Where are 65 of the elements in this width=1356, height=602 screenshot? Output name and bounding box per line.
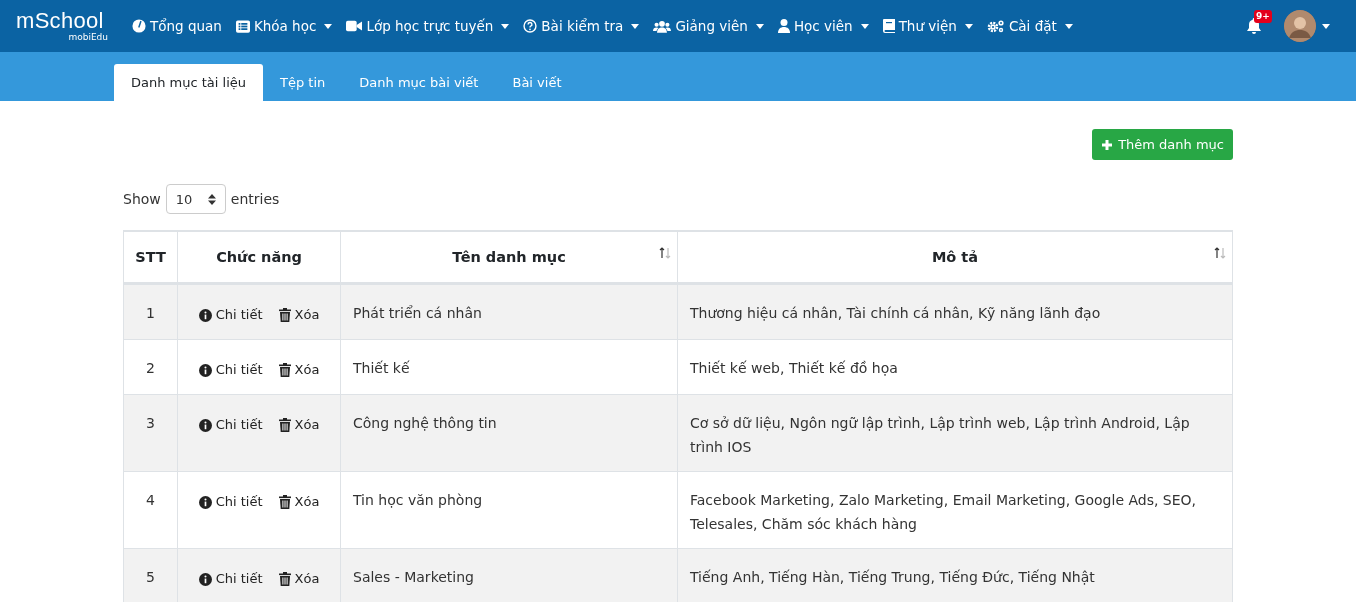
sort-icon[interactable] [1214, 247, 1226, 259]
details-link[interactable]: Chi tiết [198, 303, 263, 327]
notification-bell-icon[interactable] [1246, 17, 1262, 35]
table-cell: Tin học văn phòng [340, 471, 678, 549]
spinner-arrows-icon [207, 193, 216, 205]
table-cell: Thương hiệu cá nhân, Tài chính cá nhân, Kỹ năng lãnh đạo [677, 283, 1233, 340]
book-icon [882, 19, 895, 33]
caret-icon [1322, 23, 1330, 29]
logo-subtitle: mobiEdu [68, 32, 108, 42]
help-icon [523, 19, 538, 33]
table-cell: Thiết kế web, Thiết kế đồ họa [677, 339, 1233, 395]
trash-icon [278, 308, 291, 322]
details-link[interactable]: Chi tiết [198, 358, 263, 382]
info-icon [198, 308, 212, 322]
table-cell: Phát triển cá nhân [340, 283, 678, 340]
trash-icon [278, 418, 291, 432]
delete-link[interactable]: Xóa [278, 567, 320, 591]
table-cell: Facebook Marketing, Zalo Marketing, Email Marketing, Google Ads, SEO, Telesales, Chăm sóc khách hàng [677, 471, 1233, 549]
entries-select[interactable]: 10 [165, 184, 226, 214]
avatar[interactable] [1284, 10, 1316, 42]
delete-link[interactable]: Xóa [278, 303, 320, 327]
tab[interactable]: Danh mục tài liệu [114, 64, 264, 101]
info-icon [198, 495, 212, 509]
details-link[interactable]: Chi tiết [198, 413, 263, 437]
details-link[interactable]: Chi tiết [198, 567, 263, 591]
notification-badge: 9+ [1254, 9, 1272, 23]
nav-menu-item[interactable]: Tổng quan [132, 18, 222, 34]
delete-link[interactable]: Xóa [278, 358, 320, 382]
sort-icon[interactable] [659, 247, 671, 259]
delete-link[interactable]: Xóa [278, 413, 320, 437]
nav-menu-item[interactable]: Học viên [777, 18, 869, 34]
nav-menu-item[interactable]: Bài kiểm tra [523, 18, 640, 34]
trash-icon [278, 363, 291, 377]
show-label: Show [123, 191, 161, 207]
table-cell: Sales - Marketing [340, 548, 678, 602]
entries-label: entries [230, 191, 280, 207]
table-cell: 5 [123, 548, 178, 602]
plus-icon [1101, 138, 1114, 151]
table-cell: Thiết kế [340, 339, 678, 395]
nav-menu-item[interactable]: Giảng viên [653, 18, 764, 34]
users-icon [653, 19, 672, 33]
table-cell: Tiếng Anh, Tiếng Hàn, Tiếng Trung, Tiếng Đức, Tiếng Nhật [677, 548, 1233, 602]
user-icon [777, 19, 790, 33]
info-icon [198, 572, 212, 586]
list-icon [235, 19, 250, 33]
table-cell: 2 [123, 339, 178, 395]
delete-link[interactable]: Xóa [278, 490, 320, 514]
table-cell: 4 [123, 471, 178, 549]
logo-text[interactable]: mSchool [16, 10, 112, 32]
details-link[interactable]: Chi tiết [198, 490, 263, 514]
info-icon [198, 418, 212, 432]
table-cell: 1 [123, 283, 178, 340]
nav-menu-item[interactable]: Thư viện [882, 18, 973, 34]
video-camera-icon [346, 20, 363, 32]
trash-icon [278, 572, 291, 586]
trash-icon [278, 495, 291, 509]
info-icon [198, 363, 212, 377]
table-cell: 3 [123, 394, 178, 472]
dashboard-icon [132, 19, 146, 33]
nav-menu-item[interactable]: Cài đặt [986, 18, 1073, 34]
nav-menu-item[interactable]: Lớp học trực tuyến [346, 18, 510, 34]
gears-icon [986, 19, 1005, 33]
table-cell: Công nghệ thông tin [340, 394, 678, 472]
table-cell: Cơ sở dữ liệu, Ngôn ngữ lập trình, Lập trình web, Lập trình Android, Lập trình IOS [677, 394, 1233, 472]
nav-menu-item[interactable]: Khóa học [235, 18, 333, 34]
